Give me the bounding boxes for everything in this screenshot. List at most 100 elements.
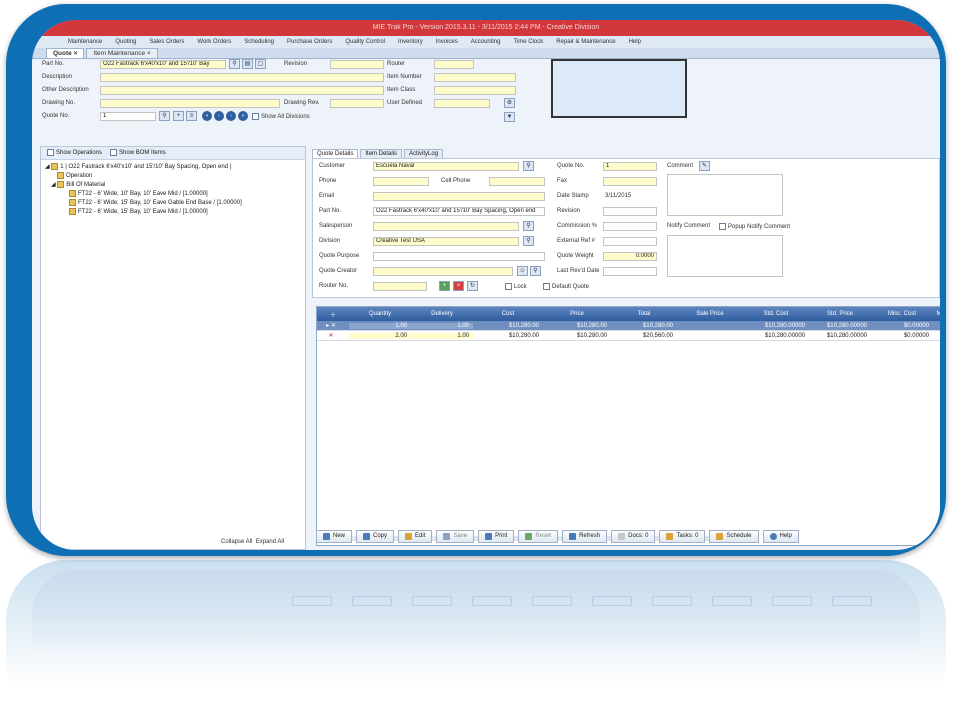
delete-row-icon[interactable]: ▸ ✕	[317, 322, 349, 329]
division-field[interactable]: Creative Test USA	[373, 237, 519, 246]
cell-quantity[interactable]: 2.00	[349, 332, 411, 339]
cell-std-price[interactable]: $10,280.00000	[809, 323, 871, 329]
tab-item-details[interactable]: Item Details	[360, 149, 403, 158]
menu-repair-maintenance[interactable]: Repair & Maintenance	[556, 39, 615, 45]
col-std-price[interactable]: Std. Price	[809, 311, 871, 317]
cell-quantity[interactable]: 1.00	[349, 322, 411, 329]
cell-delivery[interactable]: 1.00	[411, 332, 473, 339]
col-misc-cost[interactable]: Misc. Cost	[871, 311, 933, 317]
search-icon[interactable]: ⚲	[523, 221, 534, 231]
part-no-display[interactable]: O22 Fastrack 6'x40'x10' and 15'/10' Bay …	[373, 207, 545, 216]
cell-std-price[interactable]: $10,280.00000	[809, 333, 871, 339]
col-delivery[interactable]: Delivery	[411, 311, 473, 317]
other-description-field[interactable]	[100, 86, 384, 95]
tasks-button[interactable]: Tasks: 0	[659, 530, 706, 543]
col-m[interactable]: M	[933, 311, 941, 317]
item-number-field[interactable]	[434, 73, 516, 82]
pencil-icon[interactable]: ✎	[699, 161, 710, 171]
menu-inventory[interactable]: Inventory	[398, 39, 423, 45]
tab-quote-details[interactable]: Quote Details	[312, 149, 359, 158]
add-icon[interactable]: +	[173, 111, 184, 121]
tab-activity-log[interactable]: ActivityLog	[404, 149, 444, 158]
tree-node[interactable]: FT22 - 6' Wide, 15' Bay, 10' Eave Gable …	[45, 199, 301, 208]
quote-no-field[interactable]: 1	[603, 162, 657, 171]
search-icon[interactable]: ⚲	[523, 236, 534, 246]
menu-time-clock[interactable]: Time Clock	[513, 39, 543, 45]
email-field[interactable]	[373, 192, 545, 201]
edit-button[interactable]: Edit	[398, 530, 433, 543]
add-router-icon[interactable]: +	[439, 281, 450, 291]
notify-comment-field[interactable]	[667, 235, 783, 277]
search-icon[interactable]: ⚲	[530, 266, 541, 276]
comment-field[interactable]	[667, 174, 783, 216]
folder-icon[interactable]: ▤	[242, 59, 253, 69]
col-std-cost[interactable]: Std. Cost	[743, 311, 809, 317]
revision-field[interactable]	[603, 207, 657, 216]
collapse-all-link[interactable]: Collapse All	[221, 539, 252, 545]
router-no-field[interactable]	[373, 282, 427, 291]
col-sale-price[interactable]: Sale Price	[677, 311, 743, 317]
first-record-icon[interactable]: «	[202, 111, 212, 121]
description-field[interactable]	[100, 73, 384, 82]
search-icon[interactable]: ⚲	[523, 161, 534, 171]
help-button[interactable]: Help	[762, 530, 799, 543]
cell-phone-field[interactable]	[489, 177, 545, 186]
fax-field[interactable]	[603, 177, 657, 186]
next-record-icon[interactable]: ›	[226, 111, 236, 121]
table-row[interactable]: ✕ 2.00 1.00 $10,280.00 $10,280.00 $20,56…	[317, 331, 940, 341]
new-button[interactable]: New	[316, 530, 353, 543]
refresh-button[interactable]: Refresh	[562, 530, 608, 543]
user-defined-field[interactable]	[434, 99, 490, 108]
quote-creator-field[interactable]	[373, 267, 513, 276]
menu-work-orders[interactable]: Work Orders	[197, 39, 231, 45]
search-icon[interactable]: ⚲	[229, 59, 240, 69]
cell-std-cost[interactable]: $10,280.00000	[743, 323, 809, 329]
external-ref-field[interactable]	[603, 237, 657, 246]
router-field[interactable]	[434, 60, 474, 69]
cell-misc-cost[interactable]: $0.00000	[871, 323, 933, 329]
search-icon[interactable]: ⚲	[159, 111, 170, 121]
document-icon[interactable]: ▢	[255, 59, 266, 69]
cell-cost[interactable]: $10,280.00	[473, 323, 543, 329]
revision-field[interactable]	[330, 60, 384, 69]
docs-button[interactable]: Docs: 0	[611, 530, 656, 543]
expand-all-link[interactable]: Expand All	[256, 539, 284, 545]
show-all-divisions[interactable]: Show All Divisions	[252, 113, 310, 120]
user-icon[interactable]: ☺	[517, 266, 528, 276]
lock-checkbox[interactable]: Lock	[505, 283, 527, 290]
quote-no-field[interactable]: 1	[100, 112, 156, 121]
reset-button[interactable]: Reset	[518, 530, 559, 543]
tree-node[interactable]: Operation	[45, 172, 301, 181]
stepper-icon[interactable]: ≡	[186, 111, 197, 121]
add-row-icon[interactable]: ＋	[317, 310, 349, 319]
tab-item-maintenance[interactable]: Item Maintenance ×	[86, 48, 158, 58]
item-class-field[interactable]	[434, 86, 516, 95]
cell-total[interactable]: $10,280.00	[611, 323, 677, 329]
drawing-rev-field[interactable]	[330, 99, 384, 108]
menu-maintenance[interactable]: Maintenance	[68, 39, 102, 45]
commission-field[interactable]	[603, 222, 657, 231]
last-record-icon[interactable]: »	[238, 111, 248, 121]
popup-notify-checkbox[interactable]: Popup Notify Comment	[719, 223, 790, 230]
tree-node[interactable]: FT22 - 6' Wide, 15' Bay, 10' Eave Mid / …	[45, 208, 301, 217]
menu-sales-orders[interactable]: Sales Orders	[149, 39, 184, 45]
cell-std-cost[interactable]: $10,280.00000	[743, 333, 809, 339]
part-no-field[interactable]: O22 Fastrack 6'x40'x10' and 15'/10' Bay	[100, 60, 226, 69]
col-price[interactable]: Price	[543, 311, 611, 317]
show-bom-toggle[interactable]: Show BOM Items	[110, 149, 166, 157]
menu-scheduling[interactable]: Scheduling	[244, 39, 274, 45]
schedule-button[interactable]: Schedule	[709, 530, 759, 543]
col-cost[interactable]: Cost	[473, 311, 543, 317]
default-quote-checkbox[interactable]: Default Quote	[543, 283, 589, 290]
cell-misc-cost[interactable]: $0.00000	[871, 333, 933, 339]
quote-weight-field[interactable]: 0.0000	[603, 252, 657, 261]
cell-delivery[interactable]: 1.00	[411, 322, 473, 329]
delete-router-icon[interactable]: ×	[453, 281, 464, 291]
tree-node[interactable]: FT22 - 6' Wide, 10' Bay, 10' Eave Mid / …	[45, 190, 301, 199]
col-total[interactable]: Total	[611, 311, 677, 317]
delete-row-icon[interactable]: ✕	[317, 332, 349, 339]
last-revd-date-picker[interactable]	[603, 267, 657, 276]
tree-node[interactable]: ◢ Bill Of Material	[45, 181, 301, 190]
save-button[interactable]: Save	[436, 530, 475, 543]
phone-field[interactable]	[373, 177, 429, 186]
